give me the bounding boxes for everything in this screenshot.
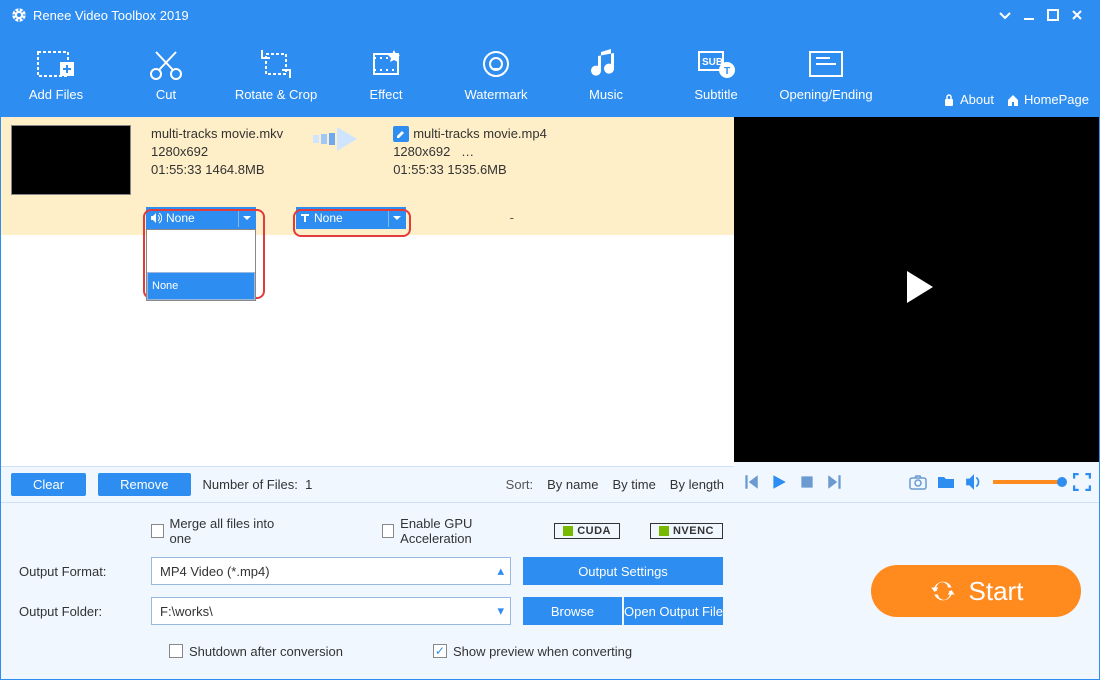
fullscreen-button[interactable] (1073, 473, 1091, 491)
style-button[interactable] (993, 3, 1017, 27)
rotate-label: Rotate & Crop (235, 87, 317, 102)
rotate-crop-button[interactable]: Rotate & Crop (231, 45, 321, 102)
stop-button[interactable] (798, 473, 816, 491)
app-title: Renee Video Toolbox 2019 (33, 8, 993, 23)
play-button[interactable] (770, 473, 788, 491)
audio-option[interactable]: chi, (AAC Stereo) (147, 244, 255, 258)
homepage-link[interactable]: HomePage (1006, 92, 1089, 107)
audio-option[interactable]: jpn, jpn, (AAC Stereo)(AAC Stereo) (147, 230, 255, 244)
lock-icon (942, 93, 956, 107)
snapshot-button[interactable] (909, 473, 927, 491)
file-list: multi-tracks movie.mkv 1280x692 01:55:33… (1, 117, 734, 502)
music-label: Music (589, 87, 623, 102)
sort-by-length[interactable]: By length (670, 477, 724, 492)
watermark-button[interactable]: Watermark (451, 45, 541, 102)
nvenc-badge: NVENC (650, 523, 723, 539)
maximize-button[interactable] (1041, 3, 1065, 27)
music-button[interactable]: Music (561, 45, 651, 102)
svg-text:T: T (724, 66, 730, 77)
speaker-icon (150, 212, 162, 224)
sort-by-time[interactable]: By time (612, 477, 655, 492)
open-output-button[interactable]: Open Output File (624, 597, 723, 625)
cut-button[interactable]: Cut (121, 45, 211, 102)
cuda-badge: CUDA (554, 523, 620, 539)
bottom-panel: Merge all files into one Enable GPU Acce… (1, 502, 1099, 679)
output-folder-label: Output Folder: (19, 604, 139, 619)
shutdown-checkbox[interactable]: Shutdown after conversion (169, 644, 343, 659)
subtitle-track-dropdown[interactable]: None (296, 207, 406, 229)
sort-label: Sort: (506, 477, 533, 492)
clear-button[interactable]: Clear (11, 473, 86, 496)
gpu-checkbox[interactable]: Enable GPU Acceleration (382, 516, 524, 546)
effect-button[interactable]: Effect (341, 45, 431, 102)
about-link[interactable]: About (942, 92, 994, 107)
preview-controls (734, 462, 1099, 502)
watermark-label: Watermark (464, 87, 527, 102)
thumbnail (11, 125, 131, 195)
output-folder-select[interactable]: F:\works\▾ (151, 597, 511, 625)
volume-icon[interactable] (965, 473, 983, 491)
open-folder-button[interactable] (937, 473, 955, 491)
edit-icon[interactable] (393, 126, 409, 142)
toolbar: Add Files Cut Rotate & Crop Effect Water… (1, 29, 1099, 117)
effect-label: Effect (369, 87, 402, 102)
audio-track-options: jpn, jpn, (AAC Stereo)(AAC Stereo) chi, … (146, 229, 256, 301)
close-button[interactable] (1065, 3, 1089, 27)
output-meta: multi-tracks movie.mp4 1280x692 … 01:55:… (393, 125, 547, 180)
remove-button[interactable]: Remove (98, 473, 190, 496)
file-count-label: Number of Files: 1 (203, 477, 313, 492)
sort-by-name[interactable]: By name (547, 477, 598, 492)
add-files-button[interactable]: Add Files (11, 45, 101, 102)
subtitle-label: Subtitle (694, 87, 737, 102)
start-button[interactable]: Start (871, 565, 1081, 617)
dash: - (510, 210, 514, 225)
prev-button[interactable] (742, 473, 760, 491)
browse-button[interactable]: Browse (523, 597, 622, 625)
home-icon (1006, 93, 1020, 107)
text-icon (300, 213, 310, 223)
source-meta: multi-tracks movie.mkv 1280x692 01:55:33… (151, 125, 283, 180)
subtitle-button[interactable]: SUBT Subtitle (671, 45, 761, 102)
merge-checkbox[interactable]: Merge all files into one (151, 516, 279, 546)
output-format-select[interactable]: MP4 Video (*.mp4)▴ (151, 557, 511, 585)
titlebar: Renee Video Toolbox 2019 (1, 1, 1099, 29)
output-format-label: Output Format: (19, 564, 139, 579)
audio-option[interactable]: chi, (AAC Stereo) (147, 258, 255, 272)
audio-option[interactable]: None (147, 272, 255, 300)
minimize-button[interactable] (1017, 3, 1041, 27)
opening-ending-button[interactable]: Opening/Ending (781, 45, 871, 102)
show-preview-checkbox[interactable]: Show preview when converting (433, 644, 632, 659)
play-overlay-icon (895, 265, 939, 314)
audio-track-dropdown[interactable]: None jpn, jpn, (AAC Stereo)(AAC Stereo) … (146, 207, 256, 229)
output-settings-button[interactable]: Output Settings (523, 557, 723, 585)
preview-panel (734, 117, 1099, 502)
preview-screen[interactable] (734, 117, 1099, 462)
list-footer: Clear Remove Number of Files: 1 Sort: By… (1, 466, 734, 502)
opening-label: Opening/Ending (779, 87, 872, 102)
cut-label: Cut (156, 87, 176, 102)
file-row[interactable]: multi-tracks movie.mkv 1280x692 01:55:33… (1, 117, 734, 237)
arrow-icon (313, 125, 363, 153)
next-button[interactable] (826, 473, 844, 491)
volume-slider[interactable] (993, 480, 1063, 484)
app-logo-icon (11, 7, 27, 23)
refresh-icon (929, 577, 957, 605)
add-files-label: Add Files (29, 87, 83, 102)
